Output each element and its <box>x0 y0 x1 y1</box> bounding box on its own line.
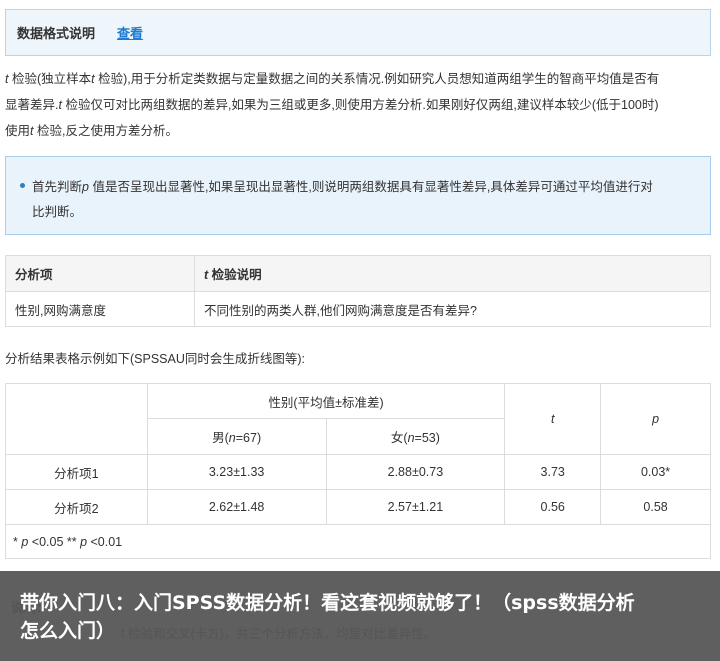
bullet-icon <box>20 183 25 189</box>
example-label: 分析结果表格示例如下(SPSSAU同时会生成折线图等): <box>5 352 306 366</box>
table-row: 性别,网购满意度 不同性别的两类人群,他们网购满意度是否有差异? <box>5 291 711 327</box>
significance-note: * p <0.05 ** p <0.01 <box>5 524 711 559</box>
group-header: 性别(平均值±标准差) <box>146 383 506 419</box>
table-row: 分析项1 3.23±1.33 2.88±0.73 3.73 0.03* <box>5 454 711 490</box>
intro-paragraph: t 检验(独立样本t 检验),用于分析定类数据与定量数据之间的关系情况.例如研究… <box>5 72 660 138</box>
description-table: 分析项 t 检验说明 性别,网购满意度 不同性别的两类人群,他们网购满意度是否有… <box>5 255 711 327</box>
p-header: p <box>600 383 711 455</box>
data-format-title: 数据格式说明 <box>17 26 96 41</box>
tip-box: 首先判断p 值是否呈现出显著性,如果呈现出显著性,则说明两组数据具有显著性差异,… <box>5 156 711 235</box>
data-format-header: 数据格式说明 查看 <box>5 9 711 56</box>
t-header: t <box>504 383 602 455</box>
view-link[interactable]: 查看 <box>117 23 143 42</box>
header-t-test-description: t 检验说明 <box>194 255 711 292</box>
table-row: 分析项2 2.62±1.48 2.57±1.21 0.56 0.58 <box>5 489 711 525</box>
header-analysis-item: 分析项 <box>5 255 195 292</box>
male-header: 男(n=67) <box>146 418 327 455</box>
video-title-overlay: 说明： t 检验和交叉(卡方)，共三个分析方法，均是对比差异性。 带你入门八：入… <box>0 571 720 661</box>
result-table: 性别(平均值±标准差) t p 男(n=67) 女(n=53) 分析项1 3.2… <box>5 383 711 559</box>
female-header: 女(n=53) <box>325 418 506 455</box>
video-title[interactable]: 带你入门八：入门SPSS数据分析！看这套视频就够了！（spss数据分析怎么入门） <box>20 589 640 645</box>
